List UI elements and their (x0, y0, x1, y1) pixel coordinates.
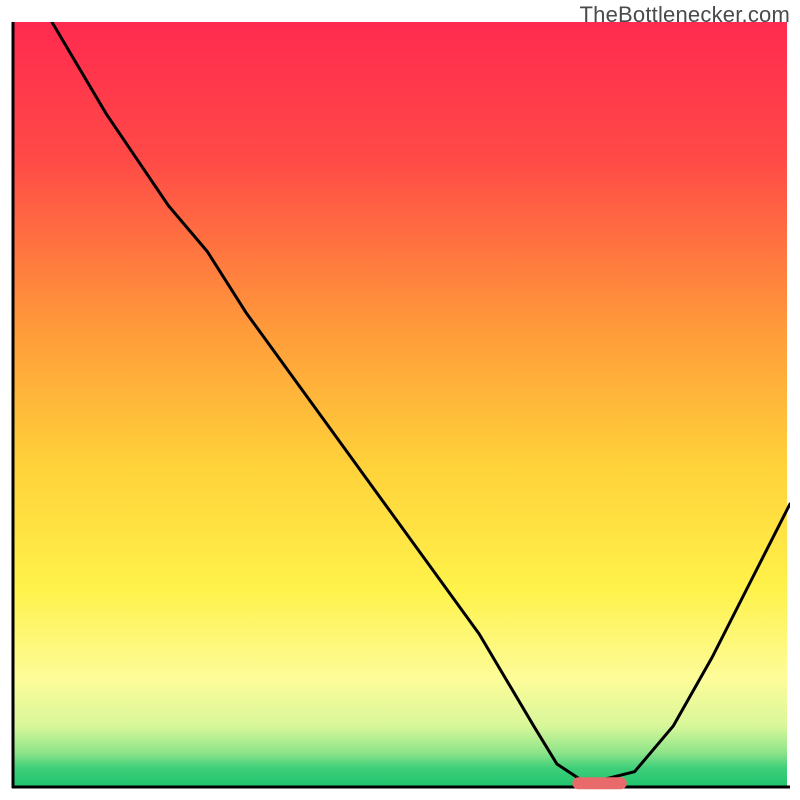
plot-background (13, 22, 787, 787)
chart-container: TheBottlenecker.com (0, 0, 800, 800)
bottleneck-chart (10, 22, 790, 790)
optimal-marker (572, 777, 626, 789)
plot-frame (10, 22, 790, 790)
